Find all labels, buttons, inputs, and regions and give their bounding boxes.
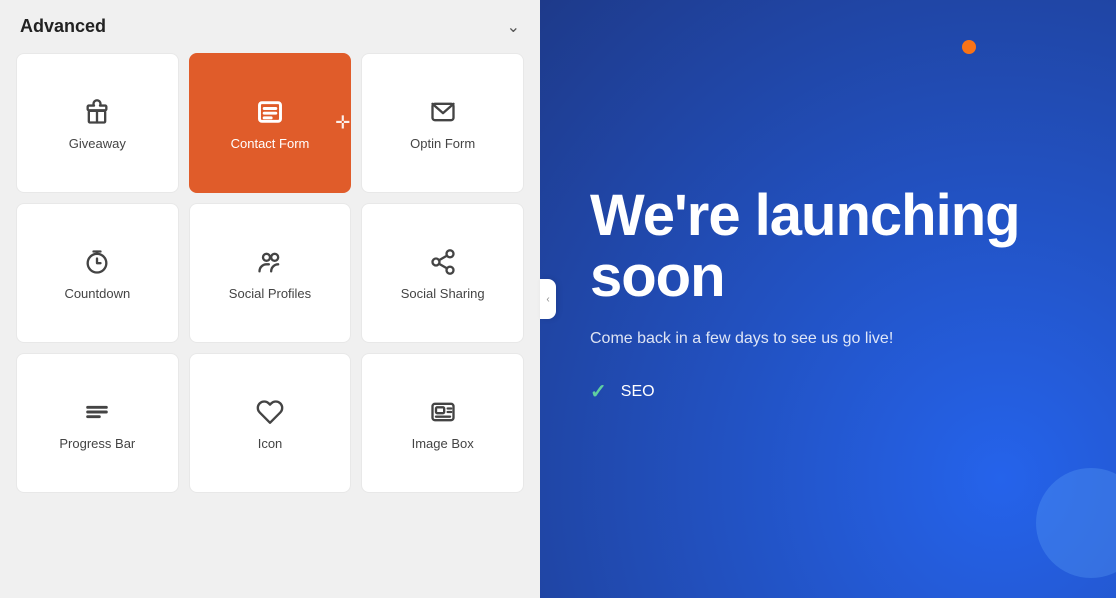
move-cursor-icon: ✛ (335, 113, 350, 134)
preview-panel: We're launching soon Come back in a few … (540, 0, 1116, 598)
preview-subtext: Come back in a few days to see us go liv… (590, 327, 930, 351)
giveaway-icon (81, 96, 113, 128)
progress-bar-icon (81, 396, 113, 428)
icon-widget-icon (254, 396, 286, 428)
collapse-panel-button[interactable]: ‹ (540, 279, 556, 319)
panel-header: Advanced ⌄ (0, 0, 540, 53)
icon-widget-label: Icon (258, 436, 283, 451)
social-sharing-label: Social Sharing (401, 286, 485, 301)
contact-form-icon (254, 96, 286, 128)
countdown-label: Countdown (64, 286, 130, 301)
image-box-icon (427, 396, 459, 428)
social-profiles-label: Social Profiles (229, 286, 311, 301)
feature-seo-label: SEO (621, 383, 655, 401)
social-profiles-icon (254, 246, 286, 278)
feature-item-seo: ✓ SEO (590, 379, 1066, 404)
decorative-dot-orange (962, 40, 976, 54)
panel-title: Advanced (20, 16, 106, 37)
grid-item-giveaway[interactable]: Giveaway (16, 53, 179, 193)
widget-grid: Giveaway Contact Form ✛ (0, 53, 540, 509)
chevron-down-icon[interactable]: ⌄ (507, 17, 520, 37)
grid-item-social-sharing[interactable]: Social Sharing (361, 203, 524, 343)
grid-item-social-profiles[interactable]: Social Profiles (189, 203, 352, 343)
grid-item-optin-form[interactable]: Optin Form (361, 53, 524, 193)
contact-form-label: Contact Form (231, 136, 310, 151)
grid-item-progress-bar[interactable]: Progress Bar (16, 353, 179, 493)
left-panel-wrapper: Advanced ⌄ Giveaway (0, 0, 540, 598)
optin-form-label: Optin Form (410, 136, 475, 151)
decorative-circle (1036, 468, 1116, 578)
social-sharing-icon (427, 246, 459, 278)
grid-item-countdown[interactable]: Countdown (16, 203, 179, 343)
left-panel: Advanced ⌄ Giveaway (0, 0, 540, 598)
image-box-label: Image Box (412, 436, 474, 451)
preview-content: We're launching soon Come back in a few … (590, 186, 1066, 413)
giveaway-label: Giveaway (69, 136, 126, 151)
check-icon: ✓ (590, 379, 607, 404)
grid-item-contact-form[interactable]: Contact Form ✛ (189, 53, 352, 193)
preview-heading: We're launching soon (590, 186, 1066, 308)
countdown-icon (81, 246, 113, 278)
optin-form-icon (427, 96, 459, 128)
progress-bar-label: Progress Bar (59, 436, 135, 451)
grid-item-image-box[interactable]: Image Box (361, 353, 524, 493)
grid-item-icon-widget[interactable]: Icon (189, 353, 352, 493)
